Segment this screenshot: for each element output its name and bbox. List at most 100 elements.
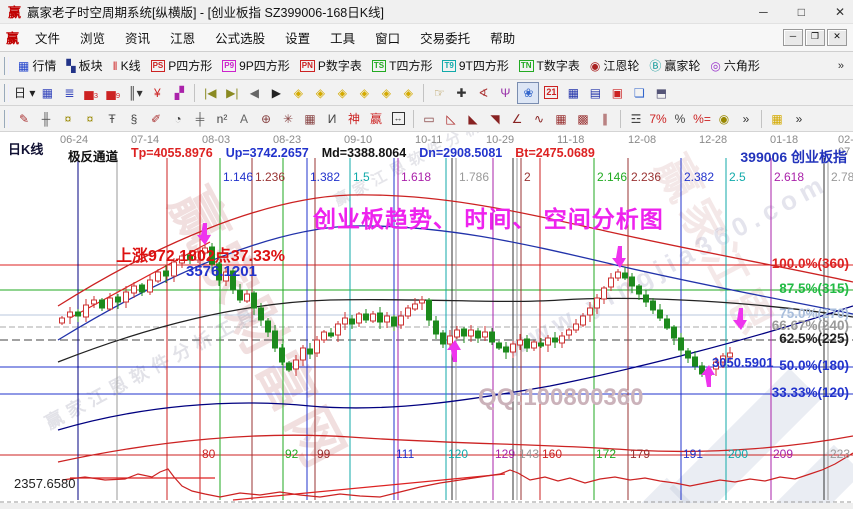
candlestick-body (266, 321, 271, 332)
grid-tool-2[interactable]: ╪ (190, 109, 210, 129)
goto-first-button[interactable]: |◀ (200, 83, 220, 103)
angle-tool-button[interactable]: ∢ (473, 83, 493, 103)
percent-t-tool[interactable]: 7% (648, 109, 668, 129)
calendar-button[interactable]: 21 (541, 83, 561, 103)
shen-tool[interactable]: 神 (344, 109, 364, 129)
crosshair-tool-button[interactable]: ✚ (451, 83, 471, 103)
gann-tool-button[interactable]: Ψ (495, 83, 515, 103)
parallel-lines-tool[interactable]: ∥ (595, 109, 615, 129)
p-square-button[interactable]: PSP四方形 (146, 56, 218, 75)
zoom-diamond-5[interactable]: ◈ (376, 83, 396, 103)
currency-icon[interactable]: ¥ (147, 83, 167, 103)
menu-file[interactable]: 文件 (25, 25, 70, 50)
time-cycle-tool[interactable]: ◔ (168, 109, 188, 129)
menu-browse[interactable]: 浏览 (70, 25, 115, 50)
info-list-icon[interactable]: ≣ (59, 83, 79, 103)
fib-grid-tool[interactable]: Ŧ (102, 109, 122, 129)
volume-chart-icon[interactable]: ▞ (169, 83, 189, 103)
menu-trading[interactable]: 交易委托 (410, 25, 480, 50)
grid-tool-1[interactable]: ╫ (36, 109, 56, 129)
square-n2-tool[interactable]: n² (212, 109, 232, 129)
analysis-tool-button[interactable]: ❀ (517, 82, 539, 104)
menu-news[interactable]: 资讯 (115, 25, 160, 50)
red-grid-tool-2[interactable]: ▩ (573, 109, 593, 129)
angle-a-tool[interactable]: A (234, 109, 254, 129)
star-rays-tool-icon: ✳ (283, 112, 293, 126)
menu-settings[interactable]: 设置 (275, 25, 320, 50)
gann-grid-tool[interactable]: ▦ (300, 109, 320, 129)
angle-lines-tool[interactable]: ∠ (507, 109, 527, 129)
gold-ratio-tool-1[interactable]: ¤ (58, 109, 78, 129)
zoom-diamond-1[interactable]: ◈ (288, 83, 308, 103)
system-menu-icon[interactable]: 赢 (6, 28, 19, 47)
yellow-grid-tool[interactable]: ▦ (767, 109, 787, 129)
9p-square-button[interactable]: P99P四方形 (217, 56, 294, 75)
zoom-diamond-2[interactable]: ◈ (310, 83, 330, 103)
gold-circle-tool[interactable]: ◉ (714, 109, 734, 129)
calculator-button[interactable]: ▦ (563, 83, 583, 103)
ying-tool[interactable]: 赢 (366, 109, 386, 129)
gold-ratio-tool-2[interactable]: ¤ (80, 109, 100, 129)
t-square-button[interactable]: TST四方形 (367, 56, 438, 75)
close-button[interactable]: ✕ (835, 5, 845, 19)
candle-style-dropdown[interactable]: ║▾ (125, 83, 145, 103)
bars9-icon[interactable]: ▅₉ (103, 83, 123, 103)
9t-square-button[interactable]: T99T四方形 (437, 56, 513, 75)
menu-help[interactable]: 帮助 (480, 25, 525, 50)
spiral-tool[interactable]: § (124, 109, 144, 129)
fan-tool-1[interactable]: ◺ (441, 109, 461, 129)
menu-gann[interactable]: 江恩 (160, 25, 205, 50)
k-reverse-tool[interactable]: И (322, 109, 342, 129)
mdi-restore-button[interactable]: ❐ (805, 29, 825, 46)
indicator-name: 极反通道 (68, 146, 118, 165)
menu-stock-picking[interactable]: 公式选股 (205, 25, 275, 50)
mdi-minimize-button[interactable]: ─ (783, 29, 803, 46)
notes-button[interactable]: ▤ (585, 83, 605, 103)
save-button[interactable]: ▣ (607, 83, 627, 103)
draw-pen-tool[interactable]: ✎ (14, 109, 34, 129)
sectors-button[interactable]: ▚板块 (61, 56, 107, 75)
percent-tool[interactable]: % (670, 109, 690, 129)
export-button[interactable]: ❏ (629, 83, 649, 103)
zoom-diamond-6[interactable]: ◈ (398, 83, 418, 103)
toolbar-overflow-button[interactable]: » (838, 60, 850, 72)
bars3-icon[interactable]: ▅₃ (81, 83, 101, 103)
gann-wheel-button[interactable]: ◉江恩轮 (585, 56, 645, 75)
goto-last-button[interactable]: ▶| (222, 83, 242, 103)
red-grid-tool-1[interactable]: ▦ (551, 109, 571, 129)
fan-tool-3[interactable]: ◥ (485, 109, 505, 129)
price-ruler-tool[interactable]: ☲ (626, 109, 646, 129)
hexagon-button[interactable]: ◎六角形 (705, 56, 765, 75)
zoom-diamond-4[interactable]: ◈ (354, 83, 374, 103)
gann-compass-tool[interactable]: ⊕ (256, 109, 276, 129)
pen-tool-2[interactable]: ✐ (146, 109, 166, 129)
wave-tool[interactable]: ∿ (529, 109, 549, 129)
next-bar-button[interactable]: ▶ (266, 83, 286, 103)
kline-button[interactable]: ‖K线 (108, 56, 146, 75)
minimize-button[interactable]: ─ (759, 5, 768, 19)
fan-tool-2[interactable]: ◣ (463, 109, 483, 129)
print-button[interactable]: ⬒ (651, 83, 671, 103)
menu-tools[interactable]: 工具 (320, 25, 365, 50)
winner-wheel-button[interactable]: Ⓑ赢家轮 (644, 56, 705, 75)
percent-lines-tool[interactable]: %= (692, 109, 712, 129)
hand-tool-button[interactable]: ☞ (429, 83, 449, 103)
candlestick-body (511, 344, 516, 352)
menu-window[interactable]: 窗口 (365, 25, 410, 50)
candlestick-body (357, 314, 362, 323)
kline-chart-area[interactable]: 赢家财富网赢家江恩www.yingjia360.com赢家江恩软件分析工具赢家江… (0, 132, 853, 509)
t-number-table-button[interactable]: TNT数字表 (514, 56, 585, 75)
more-tools-1[interactable]: » (736, 109, 756, 129)
more-tools-2[interactable]: » (789, 109, 809, 129)
star-rays-tool[interactable]: ✳ (278, 109, 298, 129)
p-number-table-button[interactable]: PNP数字表 (295, 56, 367, 75)
chart-window-icon[interactable]: ▦ (37, 83, 57, 103)
mdi-close-button[interactable]: ✕ (827, 29, 847, 46)
measure-tool[interactable]: ↔ (388, 109, 408, 129)
period-style-dropdown[interactable]: 日 ▾ (14, 83, 35, 103)
zoom-diamond-3[interactable]: ◈ (332, 83, 352, 103)
prev-bar-button[interactable]: ◀ (244, 83, 264, 103)
rect-tool[interactable]: ▭ (419, 109, 439, 129)
maximize-button[interactable]: □ (798, 5, 805, 19)
market-quotes-button[interactable]: ▦行情 (13, 56, 61, 75)
